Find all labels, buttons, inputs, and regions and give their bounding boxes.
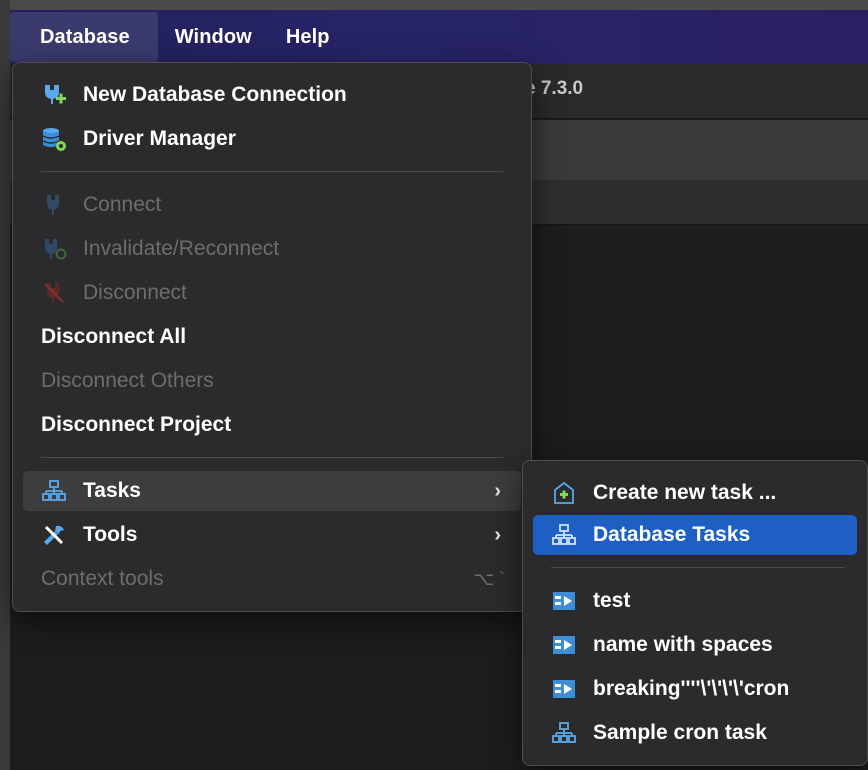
submenu-item-database-tasks[interactable]: Database Tasks	[533, 515, 857, 555]
plug-refresh-icon	[41, 236, 67, 262]
menu-item-label: Disconnect Others	[41, 369, 214, 392]
task-item-icon	[551, 676, 577, 702]
menu-item-disconnect-all[interactable]: Disconnect All	[23, 317, 521, 357]
menu-item-invalidate-reconnect: Invalidate/Reconnect	[23, 229, 521, 269]
menu-item-new-database-connection[interactable]: New Database Connection	[23, 75, 521, 115]
menu-item-label: Tasks	[83, 479, 141, 502]
menu-item-label: Create new task ...	[593, 481, 777, 504]
menu-separator	[41, 457, 503, 458]
plug-icon	[41, 192, 67, 218]
chevron-right-icon: ›	[494, 523, 501, 546]
menu-item-label: Database Tasks	[593, 523, 751, 546]
app-title: e 7.3.0	[525, 78, 584, 99]
submenu-item-breaking-cron[interactable]: breaking''''\'\'\'\'cron	[533, 669, 857, 709]
database-gear-icon	[41, 126, 67, 152]
menubar-window[interactable]: Window	[158, 12, 269, 62]
menu-item-disconnect-project[interactable]: Disconnect Project	[23, 405, 521, 445]
submenu-item-sample-cron-task[interactable]: Sample cron task	[533, 713, 857, 753]
menu-item-tasks[interactable]: Tasks ›	[23, 471, 521, 511]
tasks-icon	[551, 522, 577, 548]
menu-item-label: New Database Connection	[83, 83, 347, 106]
menu-item-context-tools: Context tools ⌥ `	[23, 559, 521, 599]
menu-item-label: Invalidate/Reconnect	[83, 237, 280, 260]
menu-item-connect: Connect	[23, 185, 521, 225]
tasks-icon	[551, 720, 577, 746]
submenu-item-test[interactable]: test	[533, 581, 857, 621]
menu-item-label: name with spaces	[593, 633, 773, 656]
menubar-database[interactable]: Database	[10, 12, 158, 62]
task-item-icon	[551, 632, 577, 658]
create-task-icon	[551, 480, 577, 506]
menu-item-label: Driver Manager	[83, 127, 236, 150]
menu-item-label: Connect	[83, 193, 162, 216]
menu-item-disconnect-others: Disconnect Others	[23, 361, 521, 401]
window-frame-left	[0, 0, 10, 770]
menu-item-label: breaking''''\'\'\'\'cron	[593, 677, 790, 700]
tools-icon	[41, 522, 67, 548]
menubar-help[interactable]: Help	[269, 12, 347, 62]
menu-separator	[41, 171, 503, 172]
window-frame-top	[0, 0, 868, 10]
menu-item-label: test	[593, 589, 631, 612]
menu-bar: Database Window Help	[10, 10, 868, 64]
submenu-item-name-with-spaces[interactable]: name with spaces	[533, 625, 857, 665]
menu-item-label: Context tools	[41, 567, 164, 590]
menu-item-label: Tools	[83, 523, 138, 546]
submenu-item-create-new-task[interactable]: Create new task ...	[533, 473, 857, 513]
tasks-icon	[41, 478, 67, 504]
database-menu: New Database Connection Driver Manager C…	[12, 62, 532, 612]
shortcut-label: ⌥ `	[473, 568, 505, 589]
task-item-icon	[551, 588, 577, 614]
menu-item-disconnect: Disconnect	[23, 273, 521, 313]
tasks-submenu: Create new task ... Database Tasks test	[522, 460, 868, 766]
plug-plus-icon	[41, 82, 67, 108]
menu-item-driver-manager[interactable]: Driver Manager	[23, 119, 521, 159]
menu-item-tools[interactable]: Tools ›	[23, 515, 521, 555]
menu-item-label: Sample cron task	[593, 721, 767, 744]
menu-item-label: Disconnect All	[41, 325, 187, 348]
plug-disconnect-icon	[41, 280, 67, 306]
menu-item-label: Disconnect Project	[41, 413, 232, 436]
chevron-right-icon: ›	[494, 479, 501, 502]
menu-item-label: Disconnect	[83, 281, 187, 304]
menu-separator	[551, 567, 845, 568]
